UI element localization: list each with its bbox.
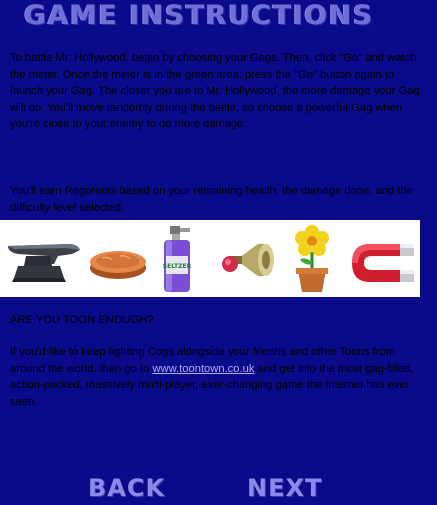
back-button[interactable]: BACK (88, 474, 165, 502)
page-title: GAME INSTRUCTIONS (24, 0, 374, 31)
magnet-icon (352, 244, 414, 282)
toon-enough-heading: ARE YOU TOON ENOUGH? (10, 314, 154, 326)
instructions-paragraph: To battle Mr. Hollywood, begin by choosi… (10, 52, 420, 130)
foghorn-icon (222, 243, 274, 277)
gag-strip: SELTZER (0, 220, 420, 297)
toontown-link[interactable]: www.toontown.co.uk (152, 363, 254, 375)
seltzer-label: SELTZER (163, 263, 192, 270)
toontown-promo-paragraph: If you'd like to keep fighting Cogs alon… (10, 344, 428, 410)
pie-icon (90, 251, 146, 279)
anvil-icon (8, 244, 80, 282)
rewards-paragraph: You'll earn Regorents based on your rema… (10, 185, 413, 214)
flower-icon (295, 225, 329, 292)
next-button[interactable]: NEXT (247, 474, 322, 502)
seltzer-bottle-icon: SELTZER (163, 226, 192, 292)
